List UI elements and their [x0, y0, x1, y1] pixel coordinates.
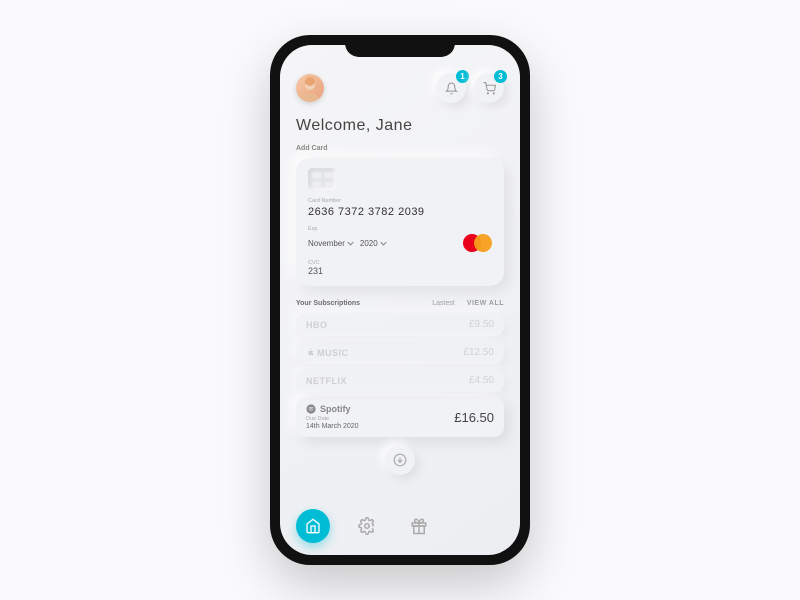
notch: [345, 35, 455, 57]
gear-icon: [358, 517, 376, 535]
app-screen: 1 3 Welcome, Jane Add Card Card Number 2…: [280, 45, 520, 555]
price: £12.50: [463, 347, 494, 358]
list-item[interactable]: Spotify Due Date 14th March 2020 £16.50: [296, 397, 504, 437]
list-item[interactable]: NETFLIX £4.50: [296, 369, 504, 392]
list-item[interactable]: MUSIC £12.50: [296, 341, 504, 364]
subscriptions-header: Your Subscriptions Lastest VIEW ALL: [296, 300, 504, 307]
cvc-input[interactable]: 231: [308, 266, 492, 276]
arrow-down-icon: [393, 453, 407, 467]
card-chip-icon: [308, 168, 336, 190]
scroll-down-button[interactable]: [385, 445, 415, 475]
price: £16.50: [454, 410, 494, 425]
mastercard-icon: [463, 234, 492, 252]
subscriptions-sort[interactable]: Lastest: [432, 300, 455, 307]
apple-icon: [306, 348, 315, 357]
brand-hbo: HBO: [306, 320, 328, 330]
card-exp-label: Exp: [308, 226, 492, 232]
nav-home[interactable]: [296, 509, 330, 543]
exp-year-select[interactable]: 2020: [360, 239, 387, 248]
price: £4.50: [469, 375, 494, 386]
notification-badge: 1: [456, 70, 469, 83]
spotify-icon: [306, 404, 316, 414]
subscriptions-title: Your Subscriptions: [296, 300, 360, 307]
price: £9.50: [469, 319, 494, 330]
subscription-list: HBO £9.50 MUSIC £12.50 NETFLIX £4.50 Spo…: [296, 313, 504, 437]
cart-button[interactable]: 3: [474, 73, 504, 103]
brand-apple-music: MUSIC: [306, 348, 349, 358]
welcome-heading: Welcome, Jane: [296, 117, 504, 135]
top-bar: 1 3: [296, 73, 504, 103]
exp-month-select[interactable]: November: [308, 239, 354, 248]
phone-frame: 1 3 Welcome, Jane Add Card Card Number 2…: [270, 35, 530, 565]
gift-icon: [410, 517, 428, 535]
brand-spotify: Spotify: [306, 404, 359, 414]
card-number-label: Card Number: [308, 198, 492, 204]
avatar[interactable]: [296, 74, 324, 102]
notifications-button[interactable]: 1: [436, 73, 466, 103]
card-number-input[interactable]: 2636 7372 3782 2039: [308, 206, 492, 218]
view-all-link[interactable]: VIEW ALL: [467, 300, 504, 307]
nav-settings[interactable]: [352, 511, 382, 541]
credit-card-panel: Card Number 2636 7372 3782 2039 Exp Nove…: [296, 158, 504, 286]
bottom-nav: [296, 509, 504, 543]
list-item[interactable]: HBO £9.50: [296, 313, 504, 336]
home-icon: [305, 518, 321, 534]
chevron-down-icon: [347, 241, 354, 246]
nav-rewards[interactable]: [404, 511, 434, 541]
add-card-label: Add Card: [296, 145, 504, 152]
due-date: 14th March 2020: [306, 423, 359, 430]
brand-netflix: NETFLIX: [306, 376, 347, 386]
cart-badge: 3: [494, 70, 507, 83]
due-date-label: Due Date: [306, 416, 359, 422]
chevron-down-icon: [380, 241, 387, 246]
